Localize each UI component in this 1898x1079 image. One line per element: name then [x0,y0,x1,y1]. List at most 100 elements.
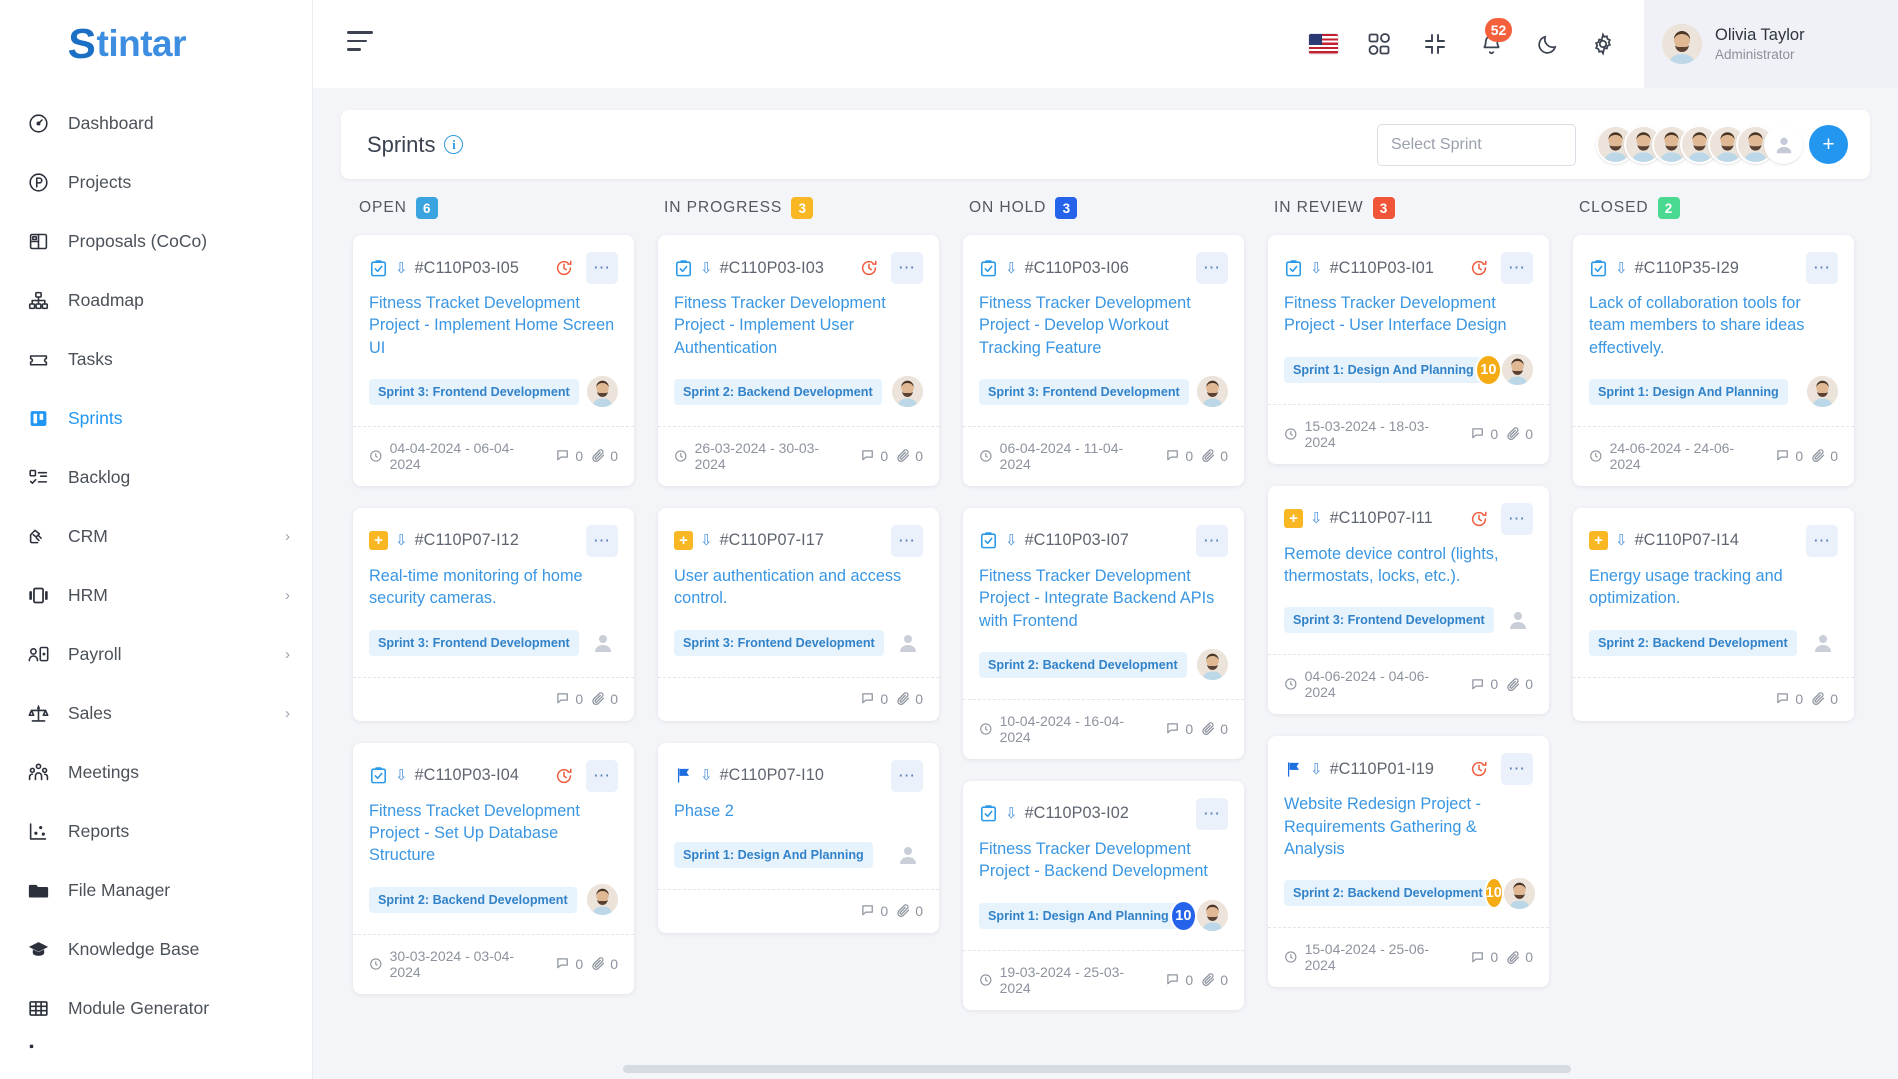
chevron-double-down-icon[interactable]: ⇩ [1615,261,1628,276]
unassigned-icon[interactable] [1807,627,1838,658]
sprint-card[interactable]: ⇩ #C110P03-I07 ⋯ Fitness Tracker Developmen… [963,507,1244,759]
sidebar-item-hrm[interactable]: HRM › [0,566,312,625]
chevron-double-down-icon[interactable]: ⇩ [395,533,408,548]
card-id[interactable]: #C110P07-I14 [1635,531,1739,550]
card-id[interactable]: #C110P03-I04 [415,766,519,785]
assignee-avatar[interactable] [1197,900,1228,931]
card-title[interactable]: Remote device control (lights, thermosta… [1284,543,1533,588]
us-flag-icon[interactable] [1308,29,1338,59]
unassigned-icon[interactable] [892,839,923,870]
chevron-double-down-icon[interactable]: ⇩ [1005,806,1018,821]
brand-logo[interactable]: Stintar [0,0,312,88]
sidebar-item-roadmap[interactable]: Roadmap [0,271,312,330]
info-icon[interactable]: i [444,135,464,154]
sprint-card[interactable]: ⇩ #C110P03-I01 ⋯ Fitness Tracker Developmen… [1268,235,1549,464]
sprint-chip[interactable]: Sprint 3: Frontend Development [979,378,1189,405]
card-title[interactable]: Lack of collaboration tools for team mem… [1589,292,1838,359]
sidebar-item-tasks[interactable]: Tasks [0,330,312,389]
chevron-double-down-icon[interactable]: ⇩ [1005,261,1018,276]
hamburger-icon[interactable] [347,31,381,56]
sprint-chip[interactable]: Sprint 2: Backend Development [674,378,882,405]
card-menu-button[interactable]: ⋯ [586,759,618,792]
sidebar-item-proposals-coco[interactable]: Proposals (CoCo) [0,212,312,271]
sidebar-item-sales[interactable]: Sales › [0,684,312,743]
sprint-chip[interactable]: Sprint 2: Backend Development [979,651,1187,678]
sprint-card[interactable]: ⇩ #C110P03-I02 ⋯ Fitness Tracker Developmen… [963,780,1244,1010]
card-title[interactable]: Fitness Tracket Development Project - Se… [369,800,618,867]
card-menu-button[interactable]: ⋯ [586,252,618,284]
chevron-double-down-icon[interactable]: ⇩ [1005,533,1018,548]
card-id[interactable]: #C110P01-I19 [1330,760,1434,779]
sprint-card[interactable]: ⇩ #C110P03-I05 ⋯ Fitness Tracket Developmen… [353,235,634,486]
moon-icon[interactable] [1532,29,1562,59]
sidebar-item-sprints[interactable]: Sprints [0,389,312,448]
unassigned-icon[interactable] [892,627,923,658]
card-title[interactable]: Fitness Tracker Development Project - In… [979,565,1228,632]
chevron-double-down-icon[interactable]: ⇩ [1615,533,1628,548]
card-menu-button[interactable]: ⋯ [586,524,618,557]
sidebar-item-projects[interactable]: Projects [0,153,312,212]
card-menu-button[interactable]: ⋯ [891,759,923,792]
sprint-chip[interactable]: Sprint 3: Frontend Development [369,629,579,656]
gear-icon[interactable] [1588,29,1618,59]
card-menu-button[interactable]: ⋯ [1806,524,1838,557]
sprint-chip[interactable]: Sprint 3: Frontend Development [674,629,884,656]
assignee-avatar[interactable] [1197,649,1228,681]
sidebar-item-knowledge-base[interactable]: Knowledge Base [0,920,312,979]
sprint-chip[interactable]: Sprint 1: Design And Planning [674,841,873,868]
sprint-card[interactable]: ⇩ #C110P03-I03 ⋯ Fitness Tracker Developmen… [658,235,939,486]
card-menu-button[interactable]: ⋯ [1196,797,1228,830]
card-id[interactable]: #C110P35-I29 [1635,259,1739,278]
card-menu-button[interactable]: ⋯ [1501,252,1533,284]
card-title[interactable]: Fitness Tracker Development Project - Im… [674,292,923,359]
sprint-chip[interactable]: Sprint 2: Backend Development [1284,880,1492,907]
sprint-card[interactable]: ⇩ #C110P03-I04 ⋯ Fitness Tracket Developmen… [353,742,634,994]
card-id[interactable]: #C110P03-I05 [415,259,519,278]
sidebar-item-reports[interactable]: Reports [0,802,312,861]
card-id[interactable]: #C110P03-I06 [1025,259,1129,278]
card-id[interactable]: #C110P07-I12 [415,531,519,550]
chevron-double-down-icon[interactable]: ⇩ [700,768,713,783]
user-profile[interactable]: Olivia Taylor Administrator [1644,0,1898,88]
sprint-chip[interactable]: Sprint 2: Backend Development [1589,629,1797,656]
card-title[interactable]: Energy usage tracking and optimization. [1589,565,1838,610]
sidebar-item-payroll[interactable]: Payroll › [0,625,312,684]
sprint-card[interactable]: ⇩ #C110P07-I10 ⋯ Phase 2 Sprint 1: Design An… [658,742,939,933]
card-id[interactable]: #C110P03-I01 [1330,259,1434,278]
card-id[interactable]: #C110P07-I17 [720,531,824,550]
card-id[interactable]: #C110P07-I10 [720,766,824,785]
chevron-double-down-icon[interactable]: ⇩ [1310,511,1323,526]
unassigned-icon[interactable] [1502,605,1533,636]
sprint-chip[interactable]: Sprint 1: Design And Planning [979,902,1178,929]
card-menu-button[interactable]: ⋯ [891,524,923,557]
sprint-card[interactable]: + ⇩ #C110P07-I12 ⋯ Real-time monitoring of h… [353,507,634,721]
assignee-avatar[interactable] [1503,877,1535,909]
sprint-card[interactable]: + ⇩ #C110P07-I11 ⋯ Remote device control (li… [1268,485,1549,715]
sprint-card[interactable]: ⇩ #C110P03-I06 ⋯ Fitness Tracker Developmen… [963,235,1244,486]
sprint-chip[interactable]: Sprint 3: Frontend Development [369,378,579,405]
sprint-chip[interactable]: Sprint 2: Backend Development [369,886,577,913]
horizontal-scrollbar[interactable] [623,1065,1870,1073]
chevron-double-down-icon[interactable]: ⇩ [395,768,408,783]
card-title[interactable]: Fitness Tracker Development Project - De… [979,292,1228,359]
sidebar-item-dashboard[interactable]: Dashboard [0,94,312,153]
chevron-double-down-icon[interactable]: ⇩ [700,533,713,548]
collapse-fullscreen-icon[interactable] [1420,29,1450,59]
assignee-avatar[interactable] [1197,376,1228,408]
add-member-button[interactable]: + [1809,125,1848,164]
card-menu-button[interactable]: ⋯ [1196,524,1228,557]
card-title[interactable]: Fitness Tracker Development Project - Us… [1284,292,1533,337]
card-title[interactable]: User authentication and access control. [674,565,923,610]
card-title[interactable]: Website Redesign Project - Requirements … [1284,793,1533,860]
sprint-card[interactable]: + ⇩ #C110P07-I14 ⋯ Energy usage tracking and… [1573,507,1854,721]
card-title[interactable]: Phase 2 [674,800,923,822]
sprint-chip[interactable]: Sprint 1: Design And Planning [1589,378,1788,405]
sprint-chip[interactable]: Sprint 1: Design And Planning [1284,356,1483,383]
sprint-card[interactable]: + ⇩ #C110P07-I17 ⋯ User authentication and a… [658,507,939,721]
assignee-avatar[interactable] [1807,376,1838,408]
user-placeholder-icon[interactable] [1764,125,1803,164]
chevron-double-down-icon[interactable]: ⇩ [1310,261,1323,276]
sprint-card[interactable]: ⇩ #C110P01-I19 ⋯ Website Redesign Project -… [1268,736,1549,988]
card-menu-button[interactable]: ⋯ [1806,252,1838,284]
card-id[interactable]: #C110P03-I07 [1025,531,1129,550]
